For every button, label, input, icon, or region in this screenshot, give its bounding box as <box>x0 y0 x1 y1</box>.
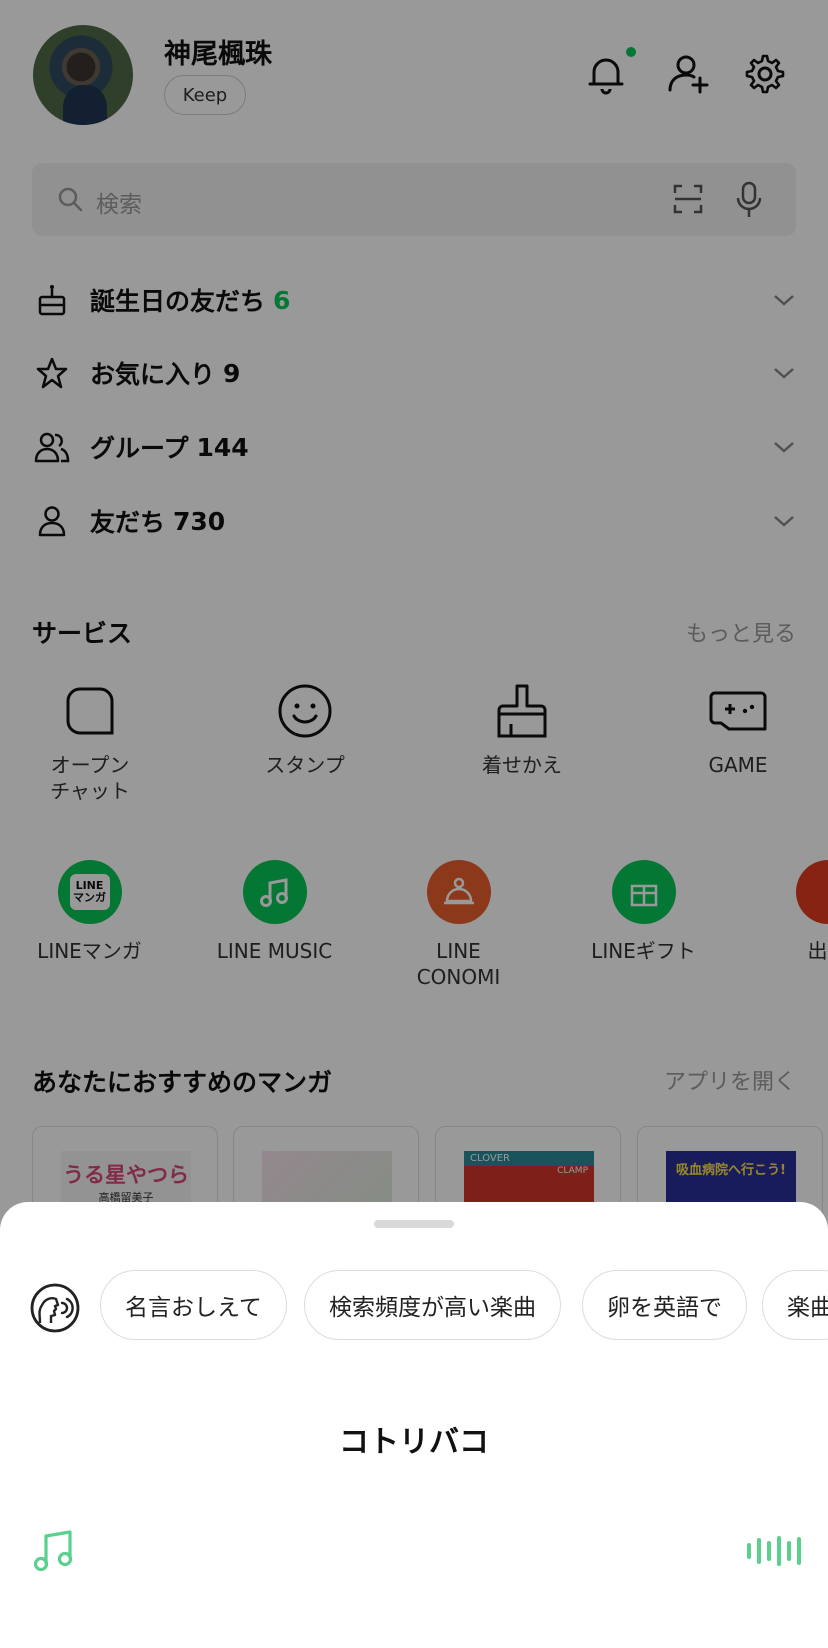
suggestion-chip[interactable]: 検索頻度が高い楽曲 <box>304 1270 561 1340</box>
music-note-icon[interactable] <box>34 1528 74 1572</box>
suggestion-chip[interactable]: 名言おしえて <box>100 1270 287 1340</box>
suggestion-chip[interactable]: 楽曲 <box>762 1270 828 1340</box>
voice-assistant-icon[interactable] <box>30 1283 80 1333</box>
sound-wave-icon[interactable] <box>746 1536 802 1566</box>
sheet-drag-handle[interactable] <box>374 1220 454 1228</box>
recognized-text: コトリバコ <box>339 1425 489 1460</box>
suggestion-chip[interactable]: 卵を英語で <box>582 1270 747 1340</box>
voice-assistant-sheet: 名言おしえて 検索頻度が高い楽曲 卵を英語で 楽曲 コトリバコ <box>0 1202 828 1648</box>
